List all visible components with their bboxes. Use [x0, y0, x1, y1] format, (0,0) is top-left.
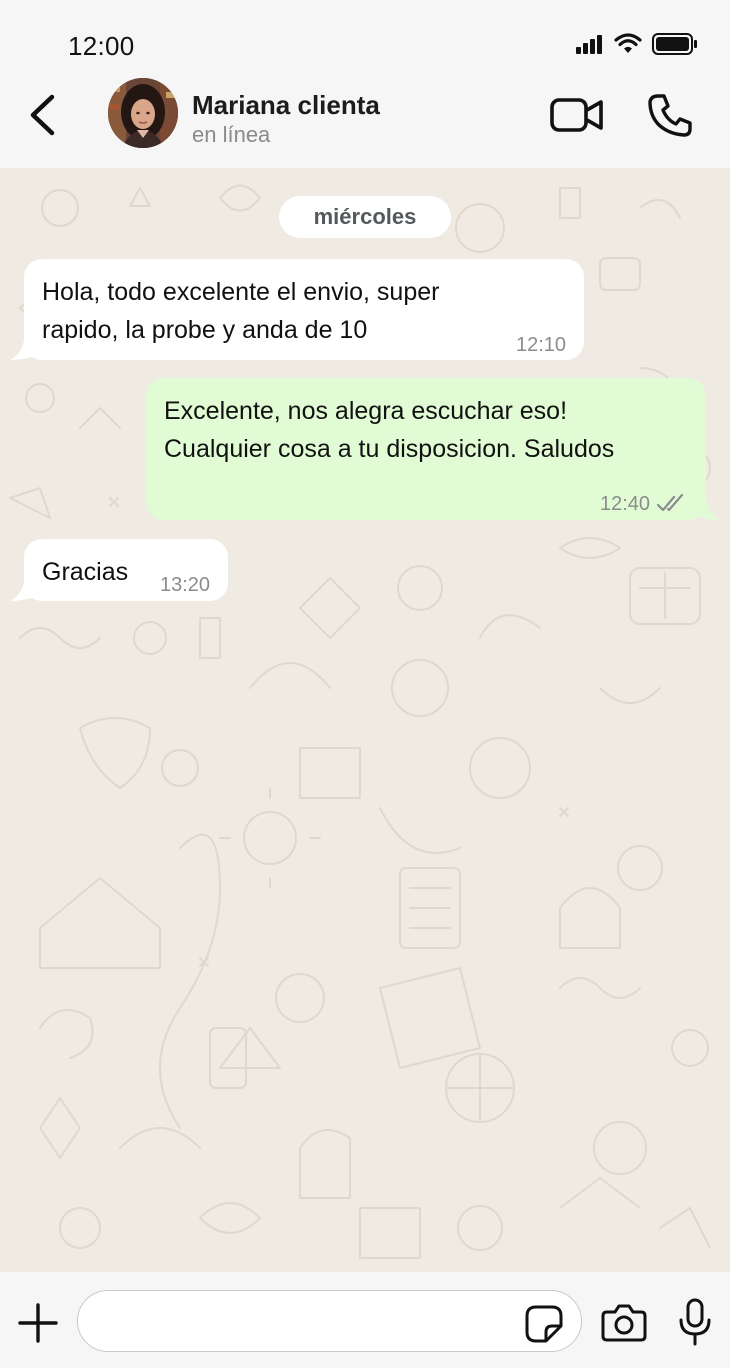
cellular-signal-icon: [576, 35, 602, 54]
message-meta: 12:40: [600, 492, 688, 516]
message-time: 13:20: [160, 574, 211, 596]
message-meta: 13:20: [160, 573, 210, 597]
status-bar-time: 12:00: [68, 31, 135, 61]
chat-screen: 12:00 Mariana clienta en línea miércoles…: [0, 0, 730, 1368]
video-call-button[interactable]: [548, 92, 606, 138]
sticker-button[interactable]: [524, 1304, 564, 1344]
sticker-icon: [525, 1305, 563, 1343]
attach-button[interactable]: [18, 1303, 58, 1343]
message-time: 12:40: [600, 493, 651, 515]
status-bar-icons: [576, 30, 698, 58]
voice-call-button[interactable]: [644, 90, 696, 142]
message-input[interactable]: [77, 1290, 582, 1352]
microphone-icon: [679, 1298, 711, 1346]
camera-button[interactable]: [601, 1302, 647, 1342]
contact-name[interactable]: Mariana clienta: [192, 90, 380, 121]
message-bubble-incoming[interactable]: Hola, todo excelente el envio, super rap…: [24, 259, 584, 360]
message-bubble-outgoing[interactable]: Excelente, nos alegra escuchar eso! Cual…: [146, 378, 706, 520]
message-text: Gracias: [42, 558, 129, 586]
avatar-portrait: [108, 78, 178, 148]
chevron-left-icon: [30, 94, 55, 136]
video-camera-icon: [550, 98, 603, 132]
message-bubble-incoming[interactable]: Gracias 13:20: [24, 539, 228, 601]
battery-icon: [652, 33, 697, 55]
contact-avatar[interactable]: [108, 78, 178, 148]
plus-icon: [18, 1303, 58, 1343]
camera-icon: [601, 1304, 647, 1342]
back-button[interactable]: [20, 88, 64, 142]
message-meta: 12:10: [516, 333, 566, 357]
voice-message-button[interactable]: [677, 1298, 713, 1346]
message-composer: [0, 1272, 730, 1368]
chat-header: 12:00 Mariana clienta en línea: [0, 0, 730, 168]
message-text: Hola, todo excelente el envio, super rap…: [42, 278, 440, 344]
wifi-icon: [614, 33, 642, 53]
message-list[interactable]: miércoles Hola, todo excelente el envio,…: [0, 168, 730, 1272]
message-text: Excelente, nos alegra escuchar eso! Cual…: [164, 397, 615, 463]
date-separator: miércoles: [279, 196, 451, 238]
message-time: 12:10: [516, 334, 567, 356]
contact-status: en línea: [192, 122, 271, 147]
phone-icon: [648, 94, 692, 137]
double-check-icon: [656, 494, 684, 512]
